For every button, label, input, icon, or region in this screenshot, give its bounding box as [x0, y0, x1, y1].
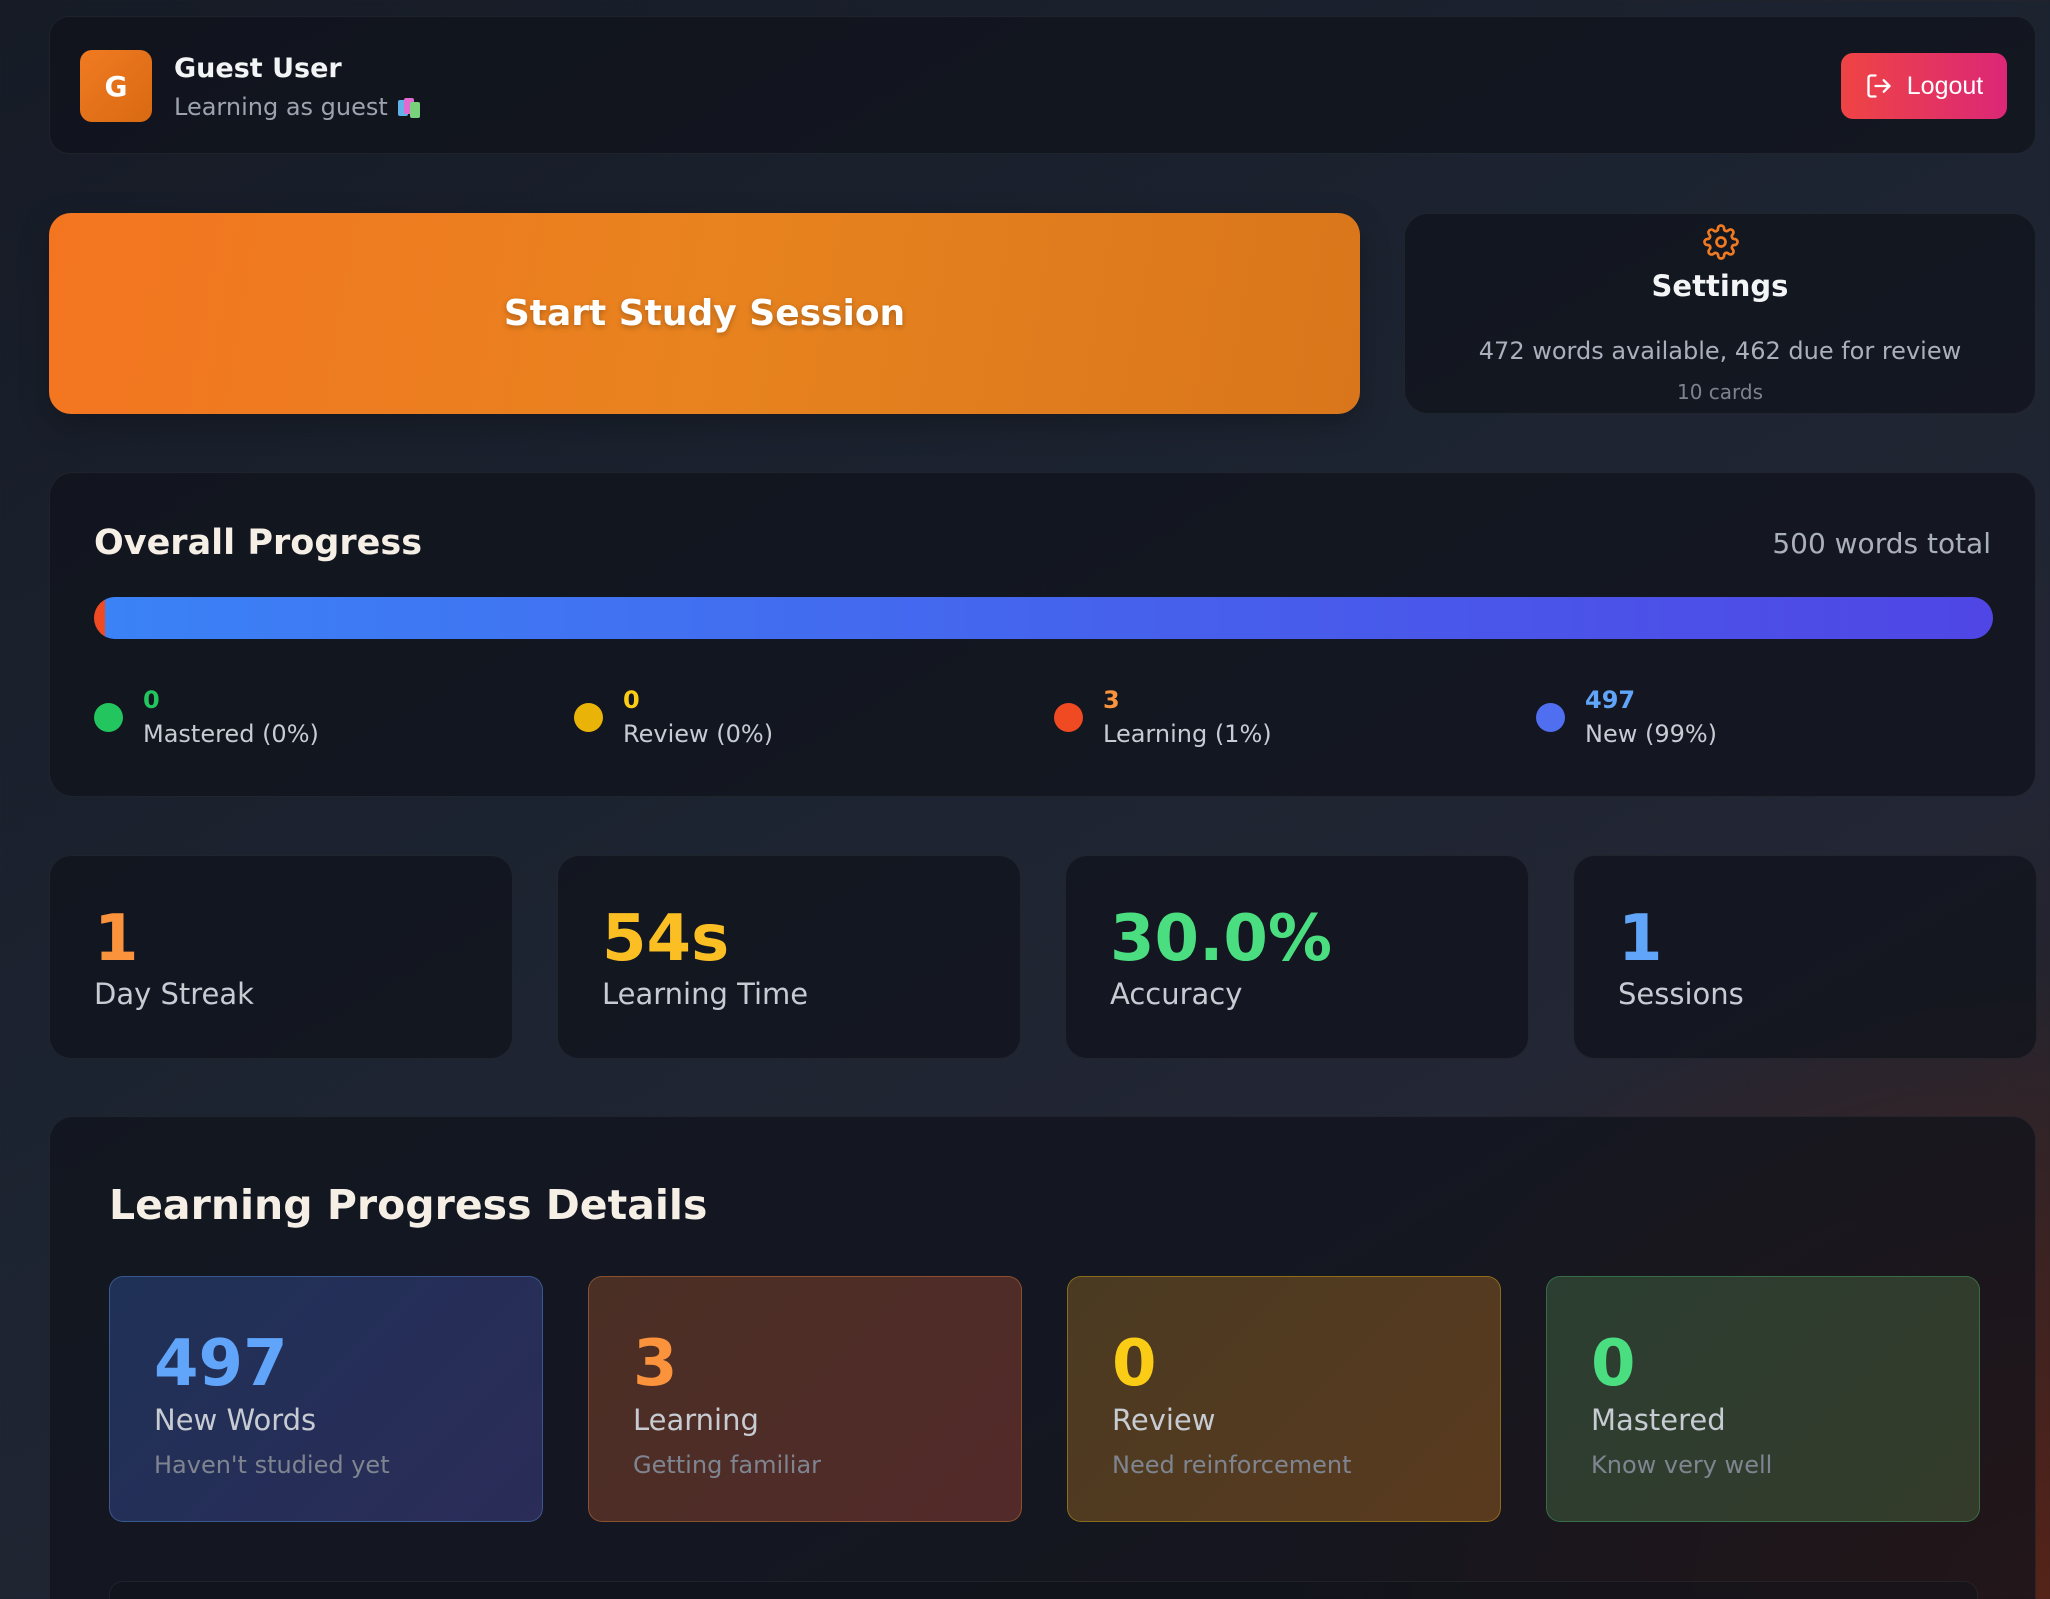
detail-subtitle: Know very well [1591, 1451, 1773, 1479]
learning-progress-details: Learning Progress Details 497 New Words Ha… [49, 1116, 2036, 1599]
legend-dot [1054, 702, 1083, 732]
stat-value: 1 [1618, 902, 1663, 976]
legend-label: Review (0%) [623, 720, 774, 748]
details-next-panel [109, 1581, 1978, 1599]
overall-progress-bar [94, 597, 1993, 639]
stat-card: 1 Sessions [1573, 855, 2037, 1059]
settings-card[interactable]: Settings 472 words available, 462 due fo… [1404, 213, 2036, 414]
legend-item: 3 Learning (1%) [1054, 686, 1272, 748]
detail-subtitle: Need reinforcement [1112, 1451, 1352, 1479]
stat-label: Day Streak [94, 977, 254, 1011]
start-study-session-button[interactable]: Start Study Session [49, 213, 1360, 414]
detail-value: 497 [154, 1327, 288, 1401]
legend-text: 0 Mastered (0%) [143, 686, 319, 748]
detail-card: 3 Learning Getting familiar [588, 1276, 1022, 1522]
detail-card: 0 Mastered Know very well [1546, 1276, 1980, 1522]
logout-label: Logout [1906, 71, 1984, 100]
user-name: Guest User [174, 53, 342, 84]
stat-value: 54s [602, 902, 730, 976]
legend-text: 497 New (99%) [1585, 686, 1717, 748]
stat-card: 1 Day Streak [49, 855, 513, 1059]
detail-label: Learning [633, 1403, 759, 1437]
legend-item: 0 Review (0%) [574, 686, 773, 748]
legend-value: 0 [623, 686, 640, 714]
legend-text: 3 Learning (1%) [1103, 686, 1272, 748]
stat-label: Learning Time [602, 977, 809, 1011]
legend-value: 0 [143, 686, 160, 714]
detail-subtitle: Haven't studied yet [154, 1451, 390, 1479]
logout-button[interactable]: Logout [1841, 53, 2007, 119]
legend-text: 0 Review (0%) [623, 686, 773, 748]
overall-progress-title: Overall Progress [94, 523, 423, 563]
settings-title: Settings [1651, 269, 1789, 303]
legend-label: Mastered (0%) [143, 720, 319, 748]
books-icon [397, 96, 422, 118]
legend-item: 0 Mastered (0%) [94, 686, 319, 748]
stat-card: 54s Learning Time [557, 855, 1021, 1059]
detail-label: Mastered [1591, 1403, 1726, 1437]
overall-progress-card: Overall Progress 500 words total 0 Master… [49, 472, 2036, 797]
detail-value: 3 [633, 1327, 678, 1401]
stat-label: Sessions [1618, 977, 1744, 1011]
detail-label: Review [1112, 1403, 1216, 1437]
legend-item: 497 New (99%) [1536, 686, 1717, 748]
progress-segment-new [105, 597, 1993, 639]
stat-value: 30.0% [1110, 902, 1333, 976]
settings-card-count: 10 cards [1676, 380, 1764, 404]
stat-card: 30.0% Accuracy [1065, 855, 1529, 1059]
detail-subtitle: Getting familiar [633, 1451, 822, 1479]
gear-icon [1703, 224, 1739, 260]
legend-label: Learning (1%) [1103, 720, 1272, 748]
details-title: Learning Progress Details [109, 1181, 708, 1229]
user-subtitle-text: Learning as guest [174, 93, 388, 121]
user-subtitle: Learning as guest [174, 93, 422, 121]
stat-label: Accuracy [1110, 977, 1243, 1011]
progress-segment-learning [94, 597, 106, 639]
detail-card: 497 New Words Haven't studied yet [109, 1276, 543, 1522]
overall-progress-total: 500 words total [1772, 527, 1991, 560]
legend-value: 3 [1103, 686, 1120, 714]
settings-description: 472 words available, 462 due for review [1478, 337, 1962, 365]
legend-label: New (99%) [1585, 720, 1718, 748]
stat-value: 1 [94, 902, 139, 976]
legend-dot [574, 702, 603, 732]
legend-dot [1536, 702, 1565, 732]
detail-label: New Words [154, 1403, 317, 1437]
detail-value: 0 [1112, 1327, 1157, 1401]
user-header: G Guest User Learning as guest Logout [49, 16, 2036, 154]
start-study-session-label: Start Study Session [503, 293, 906, 334]
legend-value: 497 [1585, 686, 1636, 714]
detail-value: 0 [1591, 1327, 1636, 1401]
detail-card: 0 Review Need reinforcement [1067, 1276, 1501, 1522]
legend-dot [94, 702, 123, 732]
avatar: G [80, 50, 152, 122]
logout-icon [1867, 74, 1891, 98]
